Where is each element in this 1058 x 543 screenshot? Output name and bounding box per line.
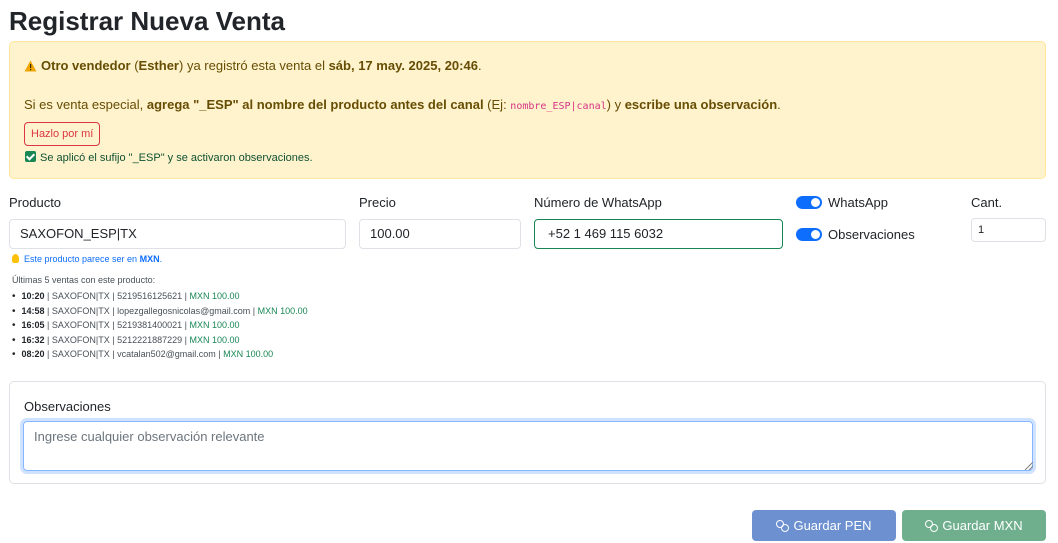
suffix-applied-message: Se aplicó el sufijo "_ESP" y se activaro… (25, 151, 313, 164)
alert-text: ( (130, 58, 139, 73)
list-item: 08:20 | SAXOFON|TX | vcatalan502@gmail.c… (12, 347, 308, 362)
observaciones-label: Observaciones (24, 399, 111, 414)
duplicate-sale-alert: Otro vendedor (Esther) ya registró esta … (9, 41, 1046, 179)
quantity-input[interactable]: 1 (971, 218, 1046, 242)
save-mxn-button[interactable]: Guardar MXN (902, 510, 1046, 541)
alert-instruction: escribe una observación (624, 97, 778, 112)
price-label: Precio (359, 195, 396, 210)
save-mxn-label: Guardar MXN (942, 518, 1023, 533)
do-it-for-me-button[interactable]: Hazlo por mí (24, 122, 101, 146)
resize-handle-icon[interactable] (1025, 462, 1033, 470)
sale-amount: MXN 100.00 (189, 320, 240, 331)
price-input[interactable]: 100.00 (359, 219, 521, 249)
last-sales-title: Últimas 5 ventas con este producto: (12, 275, 156, 285)
alert-example-code: nombre_ESP|canal (510, 101, 607, 112)
whatsapp-toggle-label: WhatsApp (828, 195, 888, 210)
sale-amount: MXN 100.00 (189, 334, 240, 345)
page-title: Registrar Nueva Venta (9, 6, 286, 36)
sale-time: 16:05 (21, 320, 45, 331)
save-pen-button[interactable]: Guardar PEN (752, 510, 896, 541)
check-icon (25, 151, 36, 162)
sale-info: | SAXOFON|TX | 5212221887229 | (44, 334, 190, 345)
warning-icon (24, 58, 38, 73)
quantity-label: Cant. (971, 195, 1003, 210)
list-item: 16:05 | SAXOFON|TX | 5219381400021 | MXN… (12, 318, 308, 333)
sale-time: 16:32 (21, 334, 45, 345)
sale-time: 10:20 (21, 291, 45, 301)
observaciones-card: Observaciones Ingrese cualquier observac… (9, 381, 1046, 484)
whatsapp-toggle[interactable] (796, 196, 822, 209)
alert-date: sáb, 17 may. 2025, 20:46 (328, 58, 478, 73)
product-label: Producto (9, 195, 62, 210)
alert-text: . (777, 97, 781, 112)
alert-text: (Ej: (483, 97, 511, 112)
observaciones-toggle[interactable] (796, 228, 822, 241)
last-sales-list: 10:20 | SAXOFON|TX | 5219516125621 | MXN… (12, 289, 308, 362)
sale-info: | SAXOFON|TX | vcatalan502@gmail.com | (44, 349, 224, 360)
alert-text: ) ya registró esta venta el (179, 58, 329, 73)
sale-info: | SAXOFON|TX | lopezgallegosnicolas@gmai… (44, 305, 258, 316)
coins-icon (776, 519, 790, 532)
hint-text: Este producto parece ser en (24, 254, 140, 264)
applied-text: Se aplicó el sufijo "_ESP" y se activaro… (40, 152, 313, 164)
list-item: 14:58 | SAXOFON|TX | lopezgallegosnicola… (12, 304, 308, 319)
list-item: 10:20 | SAXOFON|TX | 5219516125621 | MXN… (12, 289, 308, 304)
alert-other-seller: Otro vendedor (41, 58, 131, 73)
alert-text: . (477, 58, 482, 73)
lightbulb-icon (12, 254, 19, 263)
coins-icon (925, 519, 939, 532)
sale-amount: MXN 100.00 (223, 349, 274, 360)
hint-currency: MXN (139, 254, 160, 264)
alert-text: Si es venta especial, (24, 97, 147, 112)
whatsapp-number-input[interactable]: +52 1 469 115 6032 (534, 219, 783, 249)
list-item: 16:32 | SAXOFON|TX | 5212221887229 | MXN… (12, 333, 308, 348)
sale-info: | SAXOFON|TX | 5219516125621 | (44, 291, 190, 301)
alert-instruction: agrega "_ESP" al nombre del producto ant… (146, 97, 484, 112)
alert-seller-name: Esther (138, 58, 179, 73)
alert-line-2: Si es venta especial, agrega "_ESP" al n… (24, 97, 781, 112)
sale-time: 14:58 (21, 305, 45, 316)
hint-text: . (159, 254, 163, 264)
sale-amount: MXN 100.00 (257, 305, 308, 316)
save-pen-label: Guardar PEN (793, 518, 872, 533)
currency-hint: Este producto parece ser en MXN. (12, 254, 162, 264)
sale-time: 08:20 (21, 349, 45, 360)
whatsapp-number-label: Número de WhatsApp (534, 195, 662, 210)
sale-info: | SAXOFON|TX | 5219381400021 | (44, 320, 190, 331)
sale-amount: MXN 100.00 (189, 291, 240, 301)
observaciones-textarea[interactable]: Ingrese cualquier observación relevante (23, 421, 1033, 471)
observaciones-toggle-label: Observaciones (828, 227, 915, 242)
alert-line-1: Otro vendedor (Esther) ya registró esta … (24, 58, 482, 73)
product-input[interactable]: SAXOFON_ESP|TX (9, 219, 346, 249)
alert-text: ) y (606, 97, 625, 112)
